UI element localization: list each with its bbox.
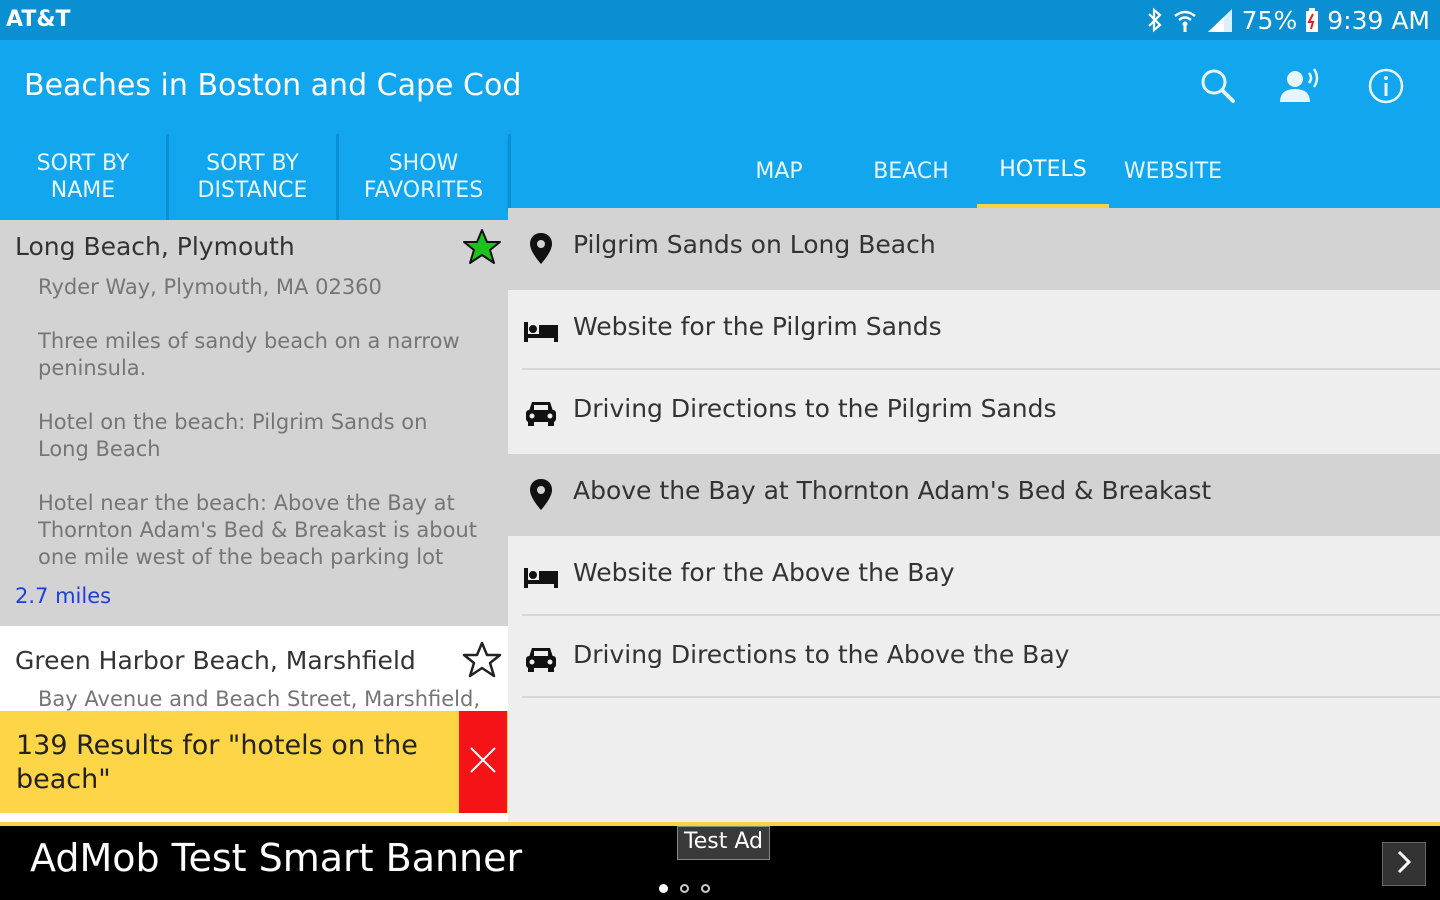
pager-dot (701, 884, 710, 893)
tab-hotels[interactable]: HOTELS (977, 134, 1109, 208)
beach-address: Bay Avenue and Beach Street, Marshfield, (38, 687, 481, 711)
voice-icon[interactable] (1278, 64, 1322, 108)
sort-by-distance-tab[interactable]: SORT BY DISTANCE (169, 134, 339, 220)
beach-address: Ryder Way, Plymouth, MA 02360 (38, 275, 382, 299)
beach-name: Long Beach, Plymouth (15, 232, 295, 261)
hotel-website-row[interactable]: Website for the Above the Bay (508, 536, 1440, 618)
show-favorites-label: SHOW FAVORITES (363, 151, 484, 203)
close-toast-button[interactable] (459, 711, 507, 813)
map-pin-icon (522, 476, 560, 514)
app-bar: Beaches in Boston and Cape Cod (0, 40, 1440, 134)
hotel-name-row[interactable]: Above the Bay at Thornton Adam's Bed & B… (508, 454, 1440, 536)
sort-tabs: SORT BY NAME SORT BY DISTANCE SHOW FAVOR… (0, 134, 508, 220)
map-pin-icon (522, 230, 560, 268)
ad-text: AdMob Test Smart Banner (30, 836, 523, 880)
clock: 9:39 AM (1327, 5, 1430, 35)
hotel-directions-row[interactable]: Driving Directions to the Above the Bay (508, 618, 1440, 700)
car-icon (522, 640, 560, 678)
beach-description: Three miles of sandy beach on a narrow p… (38, 329, 460, 380)
row-divider (522, 368, 1440, 370)
hotel-bed-icon (522, 312, 560, 350)
battery-icon (1305, 7, 1319, 33)
hotel-website-text: Website for the Pilgrim Sands (573, 312, 942, 341)
results-toast-text: 139 Results for "hotels on the beach" (16, 730, 418, 795)
detail-tabs: MAP BEACH HOTELS WEBSITE (508, 134, 1440, 208)
sort-by-distance-label: SORT BY DISTANCE (197, 151, 308, 203)
favorite-star-icon[interactable] (462, 227, 502, 267)
pager-dot (680, 884, 689, 893)
signal-icon (1206, 7, 1234, 33)
close-icon (468, 745, 498, 779)
status-bar: AT&T 75% 9:39 AM (0, 0, 1440, 40)
battery-percent: 75% (1241, 5, 1298, 35)
car-icon (522, 394, 560, 432)
tab-map[interactable]: MAP (731, 134, 827, 208)
favorite-star-outline-icon[interactable] (462, 640, 502, 680)
test-ad-badge: Test Ad (677, 826, 770, 860)
info-icon[interactable] (1364, 64, 1408, 108)
app-screen: AT&T 75% 9:39 AM Beaches in Boston and C… (0, 0, 1440, 900)
chevron-right-icon (1393, 848, 1415, 880)
hotel-directions-text: Driving Directions to the Above the Bay (573, 640, 1070, 669)
search-icon[interactable] (1196, 64, 1240, 108)
list-item[interactable]: Long Beach, Plymouth Ryder Way, Plymouth… (0, 220, 508, 626)
tab-beach-label: BEACH (873, 158, 949, 184)
results-toast: 139 Results for "hotels on the beach" (0, 711, 508, 813)
ad-next-button[interactable] (1382, 842, 1426, 886)
hotel-bed-icon (522, 558, 560, 596)
beach-hotel-on: Hotel on the beach: Pilgrim Sands on Lon… (38, 410, 428, 461)
hotel-name-row[interactable]: Pilgrim Sands on Long Beach (508, 208, 1440, 290)
hotel-directions-text: Driving Directions to the Pilgrim Sands (573, 394, 1057, 423)
sort-by-name-tab[interactable]: SORT BY NAME (0, 134, 169, 220)
tab-website[interactable]: WEBSITE (1117, 134, 1229, 208)
show-favorites-tab[interactable]: SHOW FAVORITES (339, 134, 508, 220)
row-divider (522, 614, 1440, 616)
pager-dot (659, 884, 668, 893)
hotel-website-row[interactable]: Website for the Pilgrim Sands (508, 290, 1440, 372)
row-divider (522, 696, 1440, 698)
tab-map-label: MAP (755, 158, 803, 184)
beach-name: Green Harbor Beach, Marshfield (15, 646, 416, 675)
status-icons: 75% 9:39 AM (1146, 4, 1430, 36)
tab-hotels-label: HOTELS (999, 156, 1087, 182)
sort-by-name-label: SORT BY NAME (36, 151, 130, 203)
hotel-name-text: Pilgrim Sands on Long Beach (573, 230, 936, 259)
beach-hotel-near: Hotel near the beach: Above the Bay at T… (38, 491, 477, 569)
ad-pager-dots (659, 884, 710, 893)
bluetooth-icon (1146, 7, 1164, 33)
hotel-list: Pilgrim Sands on Long Beach Website for … (508, 208, 1440, 826)
tab-website-label: WEBSITE (1123, 158, 1223, 184)
ad-banner[interactable]: AdMob Test Smart Banner Test Ad (0, 826, 1440, 900)
app-title: Beaches in Boston and Cape Cod (24, 68, 522, 103)
hotel-directions-row[interactable]: Driving Directions to the Pilgrim Sands (508, 372, 1440, 454)
tab-beach[interactable]: BEACH (859, 134, 963, 208)
wifi-icon (1172, 7, 1198, 33)
beach-distance: 2.7 miles (15, 584, 112, 608)
hotel-name-text: Above the Bay at Thornton Adam's Bed & B… (573, 476, 1212, 505)
hotel-website-text: Website for the Above the Bay (573, 558, 955, 587)
carrier-label: AT&T (6, 7, 71, 32)
